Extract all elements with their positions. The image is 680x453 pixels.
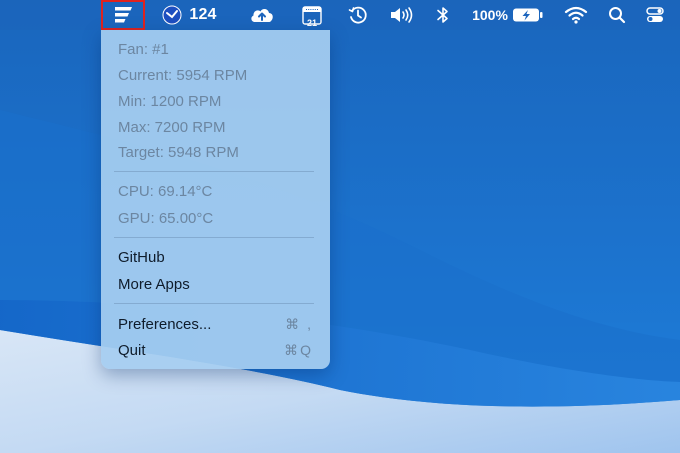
- blue-circle-app-icon: [162, 5, 182, 25]
- menu-item-quit[interactable]: Quit ⌘Q: [118, 339, 313, 361]
- menu-separator: [114, 237, 314, 238]
- menu-item-min: Min: 1200 RPM: [118, 90, 313, 112]
- bluetooth-menu-extra[interactable]: [434, 0, 452, 30]
- blue-app-menu-extra[interactable]: [160, 0, 184, 30]
- menu-item-label: Current: 5954 RPM: [118, 66, 248, 84]
- menu-item-label: GPU: 65.00°C: [118, 209, 214, 227]
- app-badge-count[interactable]: 124: [187, 0, 219, 30]
- menu-bar: 124 21 100%: [0, 0, 680, 30]
- battery-menu-extra[interactable]: [511, 0, 545, 30]
- wifi-icon: [564, 6, 588, 24]
- menu-item-more-apps[interactable]: More Apps: [118, 273, 313, 295]
- menu-item-label: Fan: #1: [118, 40, 169, 58]
- menu-item-gpu: GPU: 65.00°C: [118, 207, 313, 229]
- control-center-icon: [646, 7, 664, 22]
- selection-highlight: [101, 0, 145, 30]
- time-machine-icon: [348, 6, 367, 24]
- control-center-menu-extra[interactable]: [643, 0, 667, 30]
- menu-item-label: Quit: [118, 341, 146, 359]
- menu-item-preferences[interactable]: Preferences... ⌘ ,: [118, 313, 313, 335]
- battery-charging-icon: [513, 8, 543, 22]
- calendar-day-text: 21: [306, 17, 317, 28]
- menu-item-current: Current: 5954 RPM: [118, 64, 313, 86]
- menu-item-github[interactable]: GitHub: [118, 246, 313, 268]
- menu-item-label: Preferences...: [118, 315, 212, 333]
- volume-menu-extra[interactable]: [389, 0, 415, 30]
- cloud-menu-extra[interactable]: [248, 0, 276, 30]
- menu-separator: [114, 303, 314, 304]
- fan-dropdown-menu: Fan: #1 Current: 5954 RPM Min: 1200 RPM …: [101, 30, 330, 369]
- spotlight-search-icon: [609, 7, 626, 24]
- badge-count-text: 124: [189, 6, 217, 23]
- time-machine-menu-extra[interactable]: [347, 0, 369, 30]
- menu-item-shortcut: ⌘Q: [284, 341, 313, 358]
- menu-item-label: Target: 5948 RPM: [118, 143, 239, 161]
- menu-item-shortcut: ⌘ ,: [285, 315, 313, 332]
- menu-separator: [114, 171, 314, 172]
- desktop: 124 21 100% Fan: #1 Current: 5954 RPM Mi…: [0, 0, 680, 453]
- menu-item-label: GitHub: [118, 248, 165, 266]
- menu-item-label: Min: 1200 RPM: [118, 92, 222, 110]
- menu-item-fan: Fan: #1: [118, 38, 313, 60]
- menu-item-label: More Apps: [118, 275, 190, 293]
- battery-percent[interactable]: 100%: [470, 0, 510, 30]
- menu-item-target: Target: 5948 RPM: [118, 141, 313, 163]
- battery-percent-text: 100%: [472, 7, 508, 23]
- cloud-upload-icon: [251, 9, 273, 22]
- menu-item-cpu: CPU: 69.14°C: [118, 180, 313, 202]
- wifi-menu-extra[interactable]: [563, 0, 589, 30]
- menu-item-max: Max: 7200 RPM: [118, 116, 313, 138]
- volume-icon: [391, 7, 413, 23]
- menu-item-label: CPU: 69.14°C: [118, 182, 213, 200]
- menu-item-label: Max: 7200 RPM: [118, 118, 226, 136]
- spotlight-menu-extra[interactable]: [606, 0, 628, 30]
- bluetooth-icon: [437, 7, 448, 23]
